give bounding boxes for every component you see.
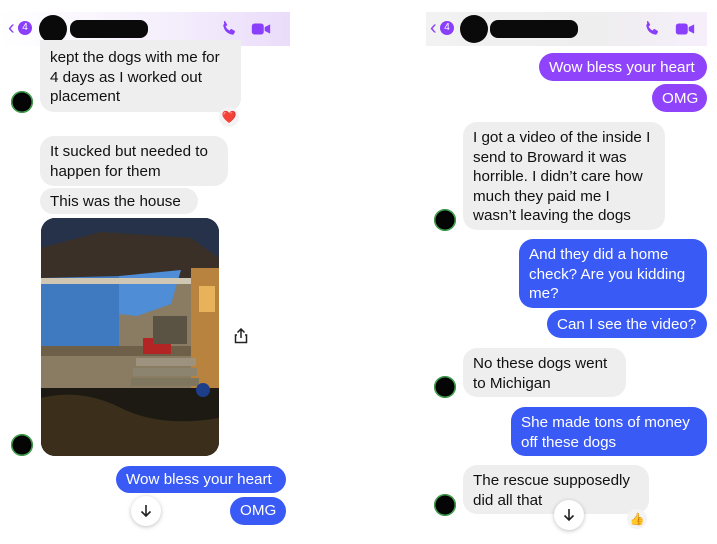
arrow-down-icon xyxy=(140,505,152,518)
back-chevron-icon[interactable]: ‹ xyxy=(430,18,437,38)
outgoing-message[interactable]: And they did a home check? Are you kiddi… xyxy=(519,239,707,308)
scroll-down-button[interactable] xyxy=(131,496,161,526)
video-camera-icon[interactable] xyxy=(250,18,272,40)
incoming-message[interactable]: It sucked but needed to happen for them xyxy=(40,136,228,186)
incoming-message[interactable]: No these dogs went to Michigan xyxy=(463,348,626,397)
sender-avatar[interactable] xyxy=(434,494,456,516)
left-chat-screenshot: ‹ 4 kept the dogs with me for 4 days as … xyxy=(0,0,300,544)
sender-avatar[interactable] xyxy=(11,434,33,456)
phone-icon[interactable] xyxy=(641,18,663,40)
heart-reaction-icon[interactable]: ❤️ xyxy=(219,107,239,127)
unread-badge: 4 xyxy=(18,21,32,35)
contact-avatar[interactable] xyxy=(39,15,67,43)
arrow-down-icon xyxy=(563,509,575,522)
incoming-message[interactable]: This was the house xyxy=(40,188,198,214)
phone-icon[interactable] xyxy=(218,18,240,40)
right-chat-screenshot: ‹ 4 Wow bless your heart OMG I got a vid… xyxy=(422,0,717,544)
outgoing-message[interactable]: Can I see the video? xyxy=(547,310,707,338)
house-photo[interactable] xyxy=(41,218,219,456)
outgoing-message[interactable]: Wow bless your heart xyxy=(116,466,286,493)
contact-name-redacted[interactable] xyxy=(70,20,148,38)
sender-avatar[interactable] xyxy=(11,91,33,113)
outgoing-message[interactable]: She made tons of money off these dogs xyxy=(511,407,707,456)
incoming-message[interactable]: I got a video of the inside I send to Br… xyxy=(463,122,665,230)
outgoing-message[interactable]: OMG xyxy=(230,497,286,525)
scroll-down-button[interactable] xyxy=(554,500,584,530)
contact-avatar[interactable] xyxy=(460,15,488,43)
outgoing-message[interactable]: Wow bless your heart xyxy=(539,53,707,81)
unread-badge: 4 xyxy=(440,21,454,35)
sender-avatar[interactable] xyxy=(434,376,456,398)
back-chevron-icon[interactable]: ‹ xyxy=(8,18,15,38)
chat-header: ‹ 4 xyxy=(426,12,707,46)
contact-name-redacted[interactable] xyxy=(490,20,578,38)
video-camera-icon[interactable] xyxy=(674,18,696,40)
thumbs-up-reaction-icon[interactable]: 👍 xyxy=(627,509,647,529)
outgoing-message[interactable]: OMG xyxy=(652,84,707,112)
share-icon[interactable] xyxy=(226,321,256,351)
incoming-message[interactable]: kept the dogs with me for 4 days as I wo… xyxy=(40,40,241,112)
sender-avatar[interactable] xyxy=(434,209,456,231)
